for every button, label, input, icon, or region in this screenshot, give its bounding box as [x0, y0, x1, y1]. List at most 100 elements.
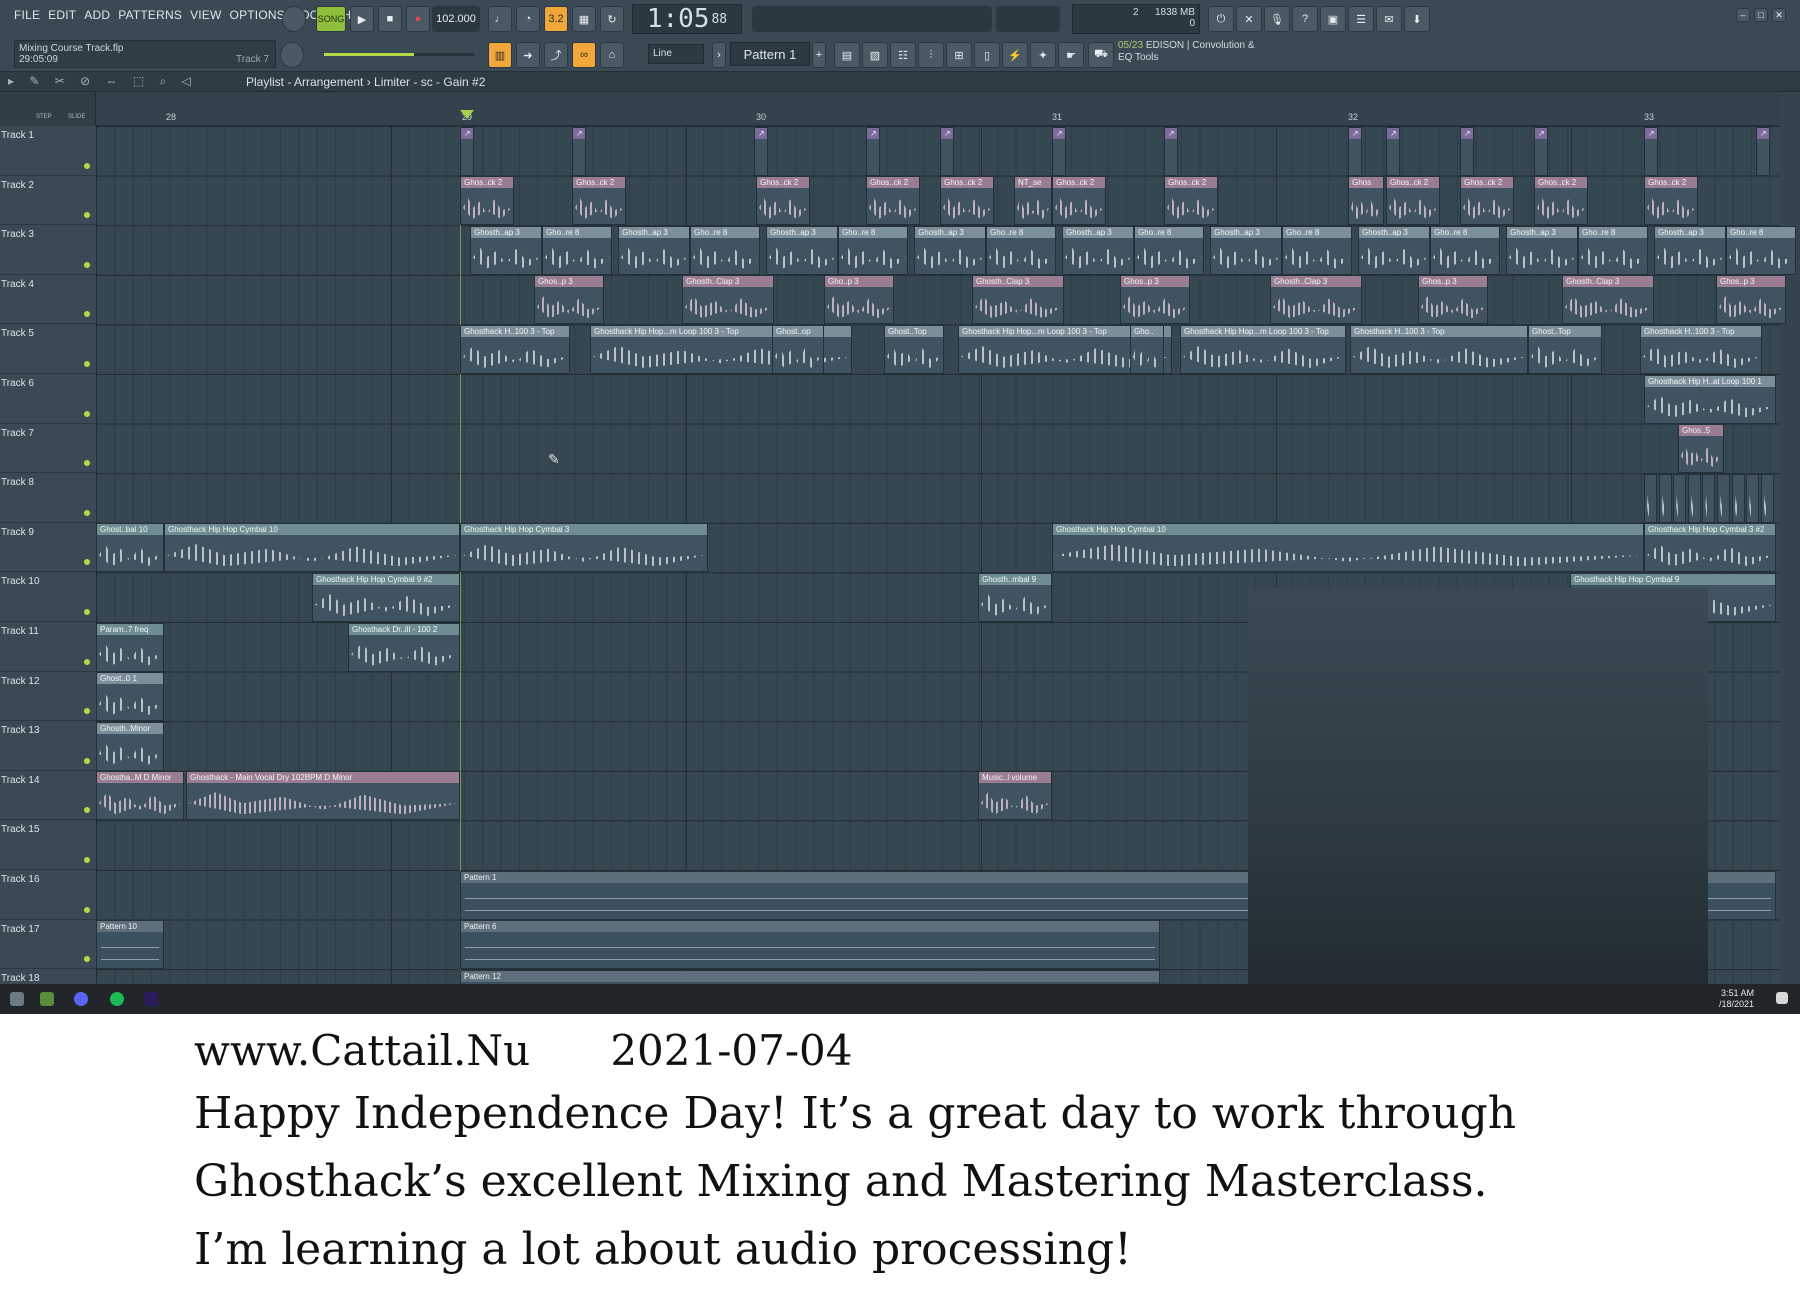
step-tool[interactable]: STEP	[36, 114, 52, 120]
track-enable-dot[interactable]	[84, 757, 90, 764]
track-enable-dot[interactable]	[84, 509, 90, 516]
menu-add[interactable]: ADD	[84, 8, 110, 22]
menu-file[interactable]: FILE	[14, 8, 40, 22]
tempo-display[interactable]: 102.000	[432, 6, 480, 32]
audio-clip[interactable]: Ghost..bal 10	[96, 523, 164, 573]
shop-button[interactable]: ⛟	[1088, 42, 1114, 68]
track-header[interactable]: Track 10	[0, 572, 96, 622]
audio-clip[interactable]: Ghos..ck 2	[460, 176, 514, 226]
automation-clip[interactable]: ↗	[940, 126, 954, 176]
track-enable-dot[interactable]	[84, 807, 90, 814]
track-enable-dot[interactable]	[84, 658, 90, 665]
audio-clip[interactable]: Ghos..ck 2	[1052, 176, 1106, 226]
snap-button[interactable]: 3.2	[544, 6, 568, 32]
audio-clip[interactable]: Ghost..op	[772, 324, 824, 374]
download-button[interactable]: ⬇	[1404, 6, 1430, 32]
track-header[interactable]: Track 15	[0, 820, 96, 870]
audio-clip[interactable]: NT_se	[1014, 176, 1052, 226]
audio-clip[interactable]	[1702, 473, 1716, 523]
track-enable-dot[interactable]	[84, 906, 90, 913]
audio-clip[interactable]: Gho..re 8	[1282, 225, 1352, 275]
audio-clip[interactable]: Ghos..5	[1678, 424, 1724, 474]
track-enable-dot[interactable]	[84, 559, 90, 566]
audio-clip[interactable]: Ghosth..Clap 3	[682, 275, 774, 325]
automation-clip[interactable]: ↗	[572, 126, 586, 176]
menu-view[interactable]: VIEW	[190, 8, 221, 22]
audio-clip[interactable]: Ghosth..Minor	[96, 721, 164, 771]
audio-clip[interactable]: Ghosth..ap 3	[1062, 225, 1134, 275]
track-header[interactable]: Track 12	[0, 672, 96, 722]
audio-clip[interactable]: Ghos..ck 2	[1164, 176, 1218, 226]
audio-clip[interactable]: Param..7 freq	[96, 622, 164, 672]
audio-clip[interactable]: Ghost..Top	[884, 324, 944, 374]
track-enable-dot[interactable]	[84, 460, 90, 467]
minimize-button[interactable]: –	[1736, 8, 1750, 22]
audio-clip[interactable]: Ghosthack Dr..ill - 100 2	[348, 622, 460, 672]
menu-options[interactable]: OPTIONS	[230, 8, 285, 22]
audio-clip[interactable]: Ghost..0 1	[96, 672, 164, 722]
pitch-knob[interactable]	[280, 42, 304, 68]
save-button[interactable]: ▣	[1320, 6, 1346, 32]
chat-button[interactable]: ✉	[1376, 6, 1402, 32]
audio-clip[interactable]: Ghosthack H..100 3 - Top	[460, 324, 570, 374]
audio-clip[interactable]: Ghosth..ap 3	[766, 225, 838, 275]
automation-clip[interactable]: ↗	[866, 126, 880, 176]
step-button[interactable]: ➜	[516, 42, 540, 68]
track-header[interactable]: Track 14	[0, 771, 96, 821]
piano-roll-mode-button[interactable]: ▥	[488, 42, 512, 68]
automation-clip[interactable]: ↗	[754, 126, 768, 176]
track-header[interactable]: Track 9	[0, 523, 96, 573]
audio-clip[interactable]: Ghos..p 3	[1120, 275, 1190, 325]
premiere-icon[interactable]	[144, 992, 158, 1006]
audio-clip[interactable]: Ghos..ck 2	[1534, 176, 1588, 226]
menu-edit[interactable]: EDIT	[48, 8, 76, 22]
audio-clip[interactable]: Ghos..ck 2	[1460, 176, 1514, 226]
audio-clip[interactable]: Gho..re 8	[1726, 225, 1796, 275]
track-header[interactable]: Track 2	[0, 176, 96, 226]
audio-clip[interactable]: Ghosthack H..100 3 - Top	[1640, 324, 1762, 374]
help-button[interactable]: ?	[1292, 6, 1318, 32]
audio-clip[interactable]: Gho..re 8	[542, 225, 612, 275]
audio-clip[interactable]: Ghos..p 3	[1418, 275, 1488, 325]
spotify-icon[interactable]	[110, 992, 124, 1006]
audio-clip[interactable]	[1760, 473, 1774, 523]
audio-clip[interactable]	[1746, 473, 1760, 523]
audio-clip[interactable]: Gho..	[1130, 324, 1164, 374]
audio-clip[interactable]: Ghosthack - Main Vocal Dry 102BPM D Mino…	[186, 771, 460, 821]
audio-clip[interactable]	[1687, 473, 1701, 523]
audio-clip[interactable]: Ghosth..Clap 3	[1562, 275, 1654, 325]
track-enable-dot[interactable]	[84, 311, 90, 318]
play-button[interactable]: ▶	[350, 6, 374, 32]
audio-clip[interactable]: Ghos..ck 2	[572, 176, 626, 226]
pattern-clip[interactable]: Pattern 10	[96, 920, 164, 970]
audio-clip[interactable]: Ghosthack Hip Hop Cymbal 10	[1052, 523, 1644, 573]
audio-clip[interactable]: Ghosth..Clap 3	[972, 275, 1064, 325]
track-header[interactable]: Track 13	[0, 721, 96, 771]
automation-clip[interactable]: ↗	[1534, 126, 1548, 176]
tempo-tapper-button[interactable]: ☛	[1058, 42, 1084, 68]
audio-clip[interactable]: Ghosth..ap 3	[1358, 225, 1430, 275]
audio-clip[interactable]: Ghos..p 3	[534, 275, 604, 325]
track-header[interactable]: Track 4	[0, 275, 96, 325]
loop-record-button[interactable]: ↻	[600, 6, 624, 32]
stamp-button[interactable]: ⌂	[600, 42, 624, 68]
audio-clip[interactable]: Ghosthack Hip Hop Cymbal 10	[164, 523, 460, 573]
track-header[interactable]: Track 3	[0, 225, 96, 275]
audio-clip[interactable]: Ghosthack H..100 3 - Top	[1350, 324, 1528, 374]
record-button[interactable]: ●	[406, 6, 430, 32]
playlist-tool-icons[interactable]: ▸ ✎ ✂ ⊘ ⇔ ⬚ ⌕ ◁	[8, 74, 197, 89]
audio-clip[interactable]: Gho..re 8	[1430, 225, 1500, 275]
mixer-window-button[interactable]: ⫶	[918, 42, 944, 68]
track-header[interactable]: Track 6	[0, 374, 96, 424]
menu-patterns[interactable]: PATTERNS	[118, 8, 182, 22]
channel-rack-button[interactable]: ☷	[890, 42, 916, 68]
audio-clip[interactable]	[1717, 473, 1730, 523]
track-header[interactable]: Track 11	[0, 622, 96, 672]
audio-clip[interactable]: Ghos..p 3	[1716, 275, 1786, 325]
track-header[interactable]: Track 5	[0, 324, 96, 374]
track-enable-dot[interactable]	[84, 608, 90, 615]
track-enable-dot[interactable]	[84, 360, 90, 367]
audio-clip[interactable]: Ghosthack Hip H..at Loop 100 1	[1644, 374, 1776, 424]
track-header[interactable]: Track 17	[0, 920, 96, 970]
audio-clip[interactable]: Ghosth..Clap 3	[1270, 275, 1362, 325]
